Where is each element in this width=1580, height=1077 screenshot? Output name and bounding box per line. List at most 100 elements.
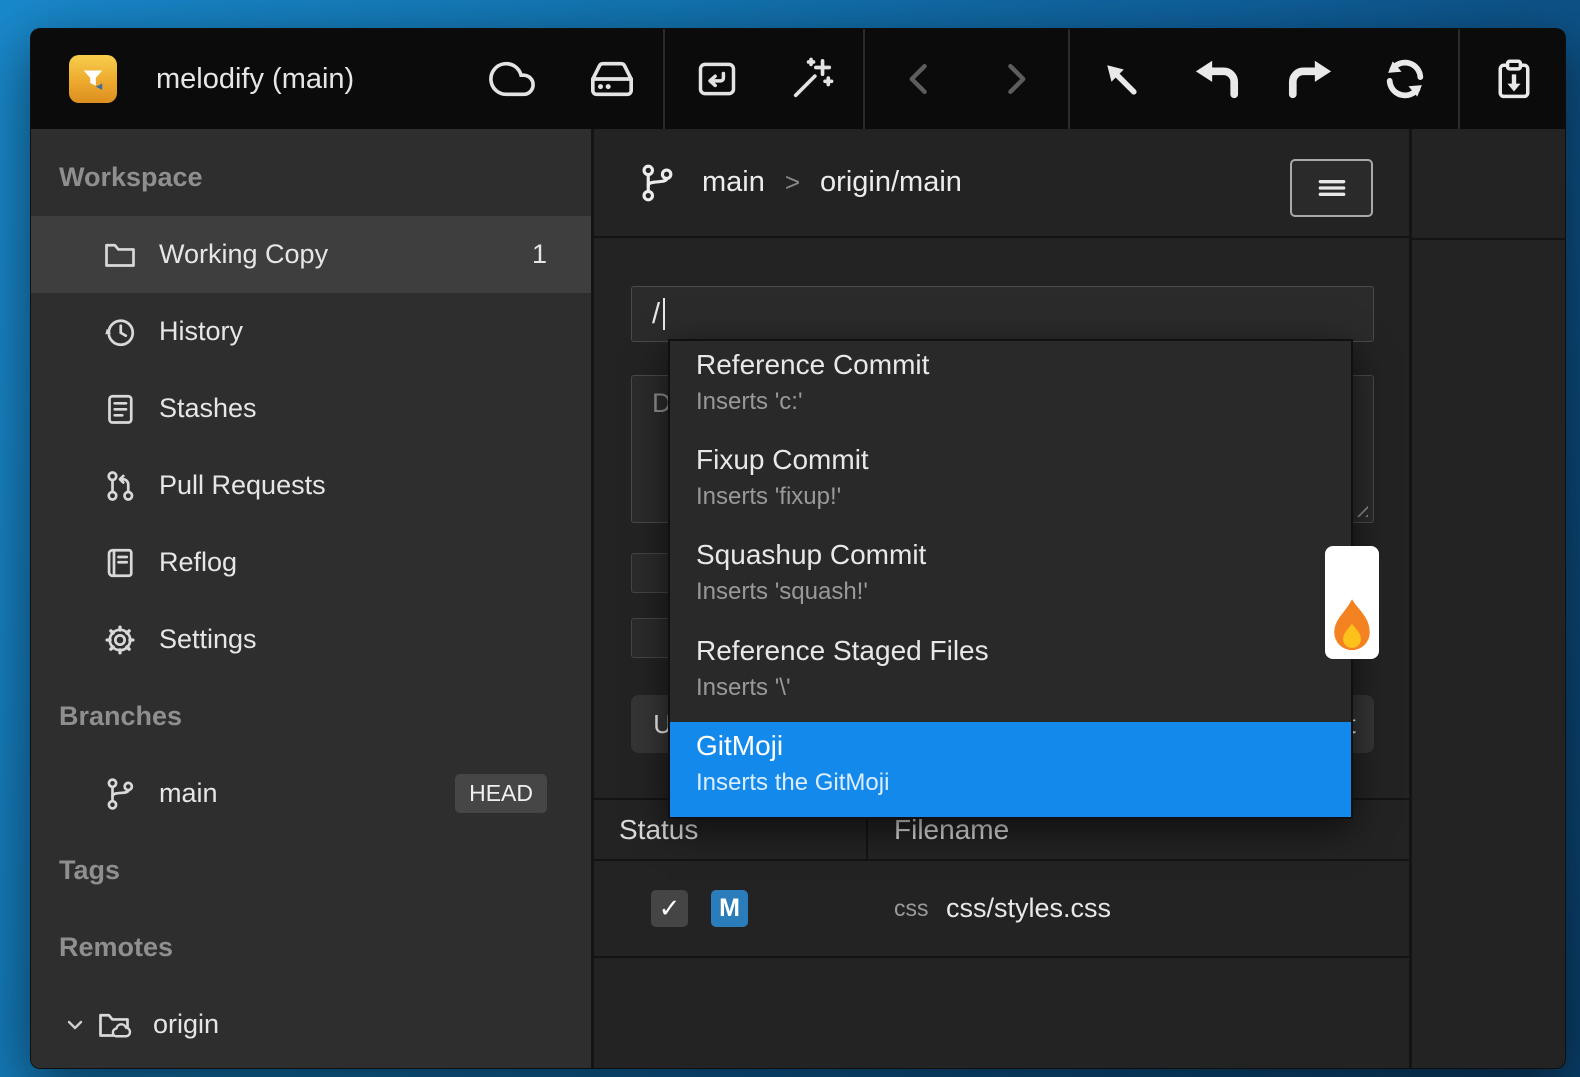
cloud-button[interactable] [484, 51, 540, 107]
autocomplete-item-reference-staged-files[interactable]: Reference Staged Files Inserts '\' [670, 627, 1351, 722]
return-box-icon [695, 57, 739, 101]
pull-request-icon [101, 467, 139, 505]
nav-forward-button[interactable] [987, 51, 1043, 107]
autocomplete-item-title: Reference Commit [696, 349, 1351, 381]
filename-label: css/styles.css [946, 861, 1111, 956]
sidebar-item-stashes[interactable]: Stashes [31, 370, 591, 447]
upstream-branch-label[interactable]: origin/main [820, 166, 962, 199]
autocomplete-item-title: Squashup Commit [696, 539, 1351, 571]
sidebar-item-branch-main[interactable]: main HEAD [31, 755, 591, 832]
gear-icon [101, 621, 139, 659]
sidebar-item-label: History [159, 316, 243, 347]
folder-icon [101, 236, 139, 274]
nav-back-button[interactable] [892, 51, 948, 107]
toolbar-separator [663, 29, 665, 129]
sidebar-item-label: Working Copy [159, 239, 328, 270]
remote-folder-icon [95, 1006, 133, 1044]
autocomplete-item-title: Fixup Commit [696, 444, 1351, 476]
sidebar-item-settings[interactable]: Settings [31, 601, 591, 678]
autocomplete-item-title: GitMoji [696, 730, 1351, 762]
history-clock-icon [101, 313, 139, 351]
app-window: melodify (main) [30, 28, 1566, 1069]
sidebar-item-reflog[interactable]: Reflog [31, 524, 591, 601]
toolbar-separator [1068, 29, 1070, 129]
sidebar-item-label: origin [153, 1009, 219, 1040]
pull-button[interactable] [1188, 51, 1244, 107]
command-palette-button[interactable] [784, 51, 840, 107]
gitmoji-preview-card [1325, 546, 1379, 659]
sidebar-item-label: Stashes [159, 393, 257, 424]
sidebar: Workspace Working Copy 1 History [31, 129, 591, 1068]
app-icon [69, 55, 117, 103]
sidebar-item-working-copy[interactable]: Working Copy 1 [31, 216, 591, 293]
titlebar: melodify (main) [31, 29, 1565, 129]
main-panel: main > origin/main / Description Unstage… [594, 129, 1409, 1068]
head-badge: HEAD [455, 774, 547, 813]
sidebar-header-workspace: Workspace [31, 139, 591, 216]
autocomplete-item-title: Reference Staged Files [696, 635, 1351, 667]
merge-funnel-icon [76, 62, 110, 96]
drive-icon [589, 56, 635, 102]
toolbar-separator [863, 29, 865, 129]
right-panel-divider [1412, 238, 1566, 240]
arrow-up-left-icon [1099, 57, 1143, 101]
stash-button[interactable] [1486, 51, 1542, 107]
autocomplete-item-subtitle: Inserts 'c:' [696, 388, 1351, 416]
commit-summary-input[interactable]: / [631, 286, 1374, 342]
text-caret [663, 298, 665, 330]
autocomplete-item-subtitle: Inserts 'fixup!' [696, 483, 1351, 511]
sidebar-header-tags: Tags [31, 832, 591, 909]
branch-icon [101, 775, 139, 813]
file-row-divider [594, 956, 1409, 958]
autocomplete-item-gitmoji[interactable]: GitMoji Inserts the GitMoji [670, 722, 1351, 817]
reflog-journal-icon [101, 544, 139, 582]
file-type-label: css [894, 861, 929, 956]
sidebar-item-pull-requests[interactable]: Pull Requests [31, 447, 591, 524]
drive-button[interactable] [584, 51, 640, 107]
window-title: melodify (main) [156, 29, 354, 129]
chevron-down-icon[interactable] [63, 1013, 87, 1037]
open-repo-button[interactable] [689, 51, 745, 107]
autocomplete-item-subtitle: Inserts 'squash!' [696, 578, 1351, 606]
magic-wand-icon [789, 56, 835, 102]
sidebar-item-label: main [159, 778, 218, 809]
sidebar-item-history[interactable]: History [31, 293, 591, 370]
chevron-left-icon [898, 57, 942, 101]
file-checkbox[interactable]: ✓ [651, 890, 688, 927]
sidebar-item-label: Pull Requests [159, 470, 326, 501]
check-icon: ✓ [659, 893, 681, 924]
redo-arrow-icon [1288, 56, 1334, 102]
sync-arrows-icon [1382, 56, 1428, 102]
hamburger-icon [1312, 168, 1352, 208]
sync-button[interactable] [1377, 51, 1433, 107]
push-button[interactable] [1283, 51, 1339, 107]
clipboard-down-icon [1492, 57, 1536, 101]
toolbar-separator [1458, 29, 1460, 129]
sidebar-header-branches: Branches [31, 678, 591, 755]
autocomplete-item-subtitle: Inserts the GitMoji [696, 769, 1351, 797]
branch-icon [636, 162, 678, 204]
autocomplete-item-reference-commit[interactable]: Reference Commit Inserts 'c:' [670, 341, 1351, 436]
undo-arrow-icon [1193, 56, 1239, 102]
autocomplete-item-squashup-commit[interactable]: Squashup Commit Inserts 'squash!' [670, 531, 1351, 626]
flame-emoji-icon [1325, 597, 1379, 659]
file-row[interactable]: ✓ M css css/styles.css [594, 861, 1409, 956]
sidebar-item-remote-origin[interactable]: origin [31, 986, 591, 1063]
chevron-right-icon [993, 57, 1037, 101]
commit-menu-button[interactable] [1290, 159, 1373, 217]
autocomplete-popup: Reference Commit Inserts 'c:' Fixup Comm… [668, 339, 1353, 819]
modified-status-badge: M [711, 890, 748, 927]
working-copy-count-badge: 1 [532, 239, 547, 270]
sidebar-header-remotes: Remotes [31, 909, 591, 986]
sidebar-item-label: Settings [159, 624, 257, 655]
autocomplete-item-fixup-commit[interactable]: Fixup Commit Inserts 'fixup!' [670, 436, 1351, 531]
summary-text: / [652, 298, 660, 331]
sidebar-item-label: Reflog [159, 547, 237, 578]
current-branch-label[interactable]: main [702, 166, 765, 199]
autocomplete-item-subtitle: Inserts '\' [696, 674, 1351, 702]
branch-breadcrumb-bar: main > origin/main [594, 129, 1409, 238]
breadcrumb-separator: > [785, 167, 800, 198]
cloud-icon [489, 56, 535, 102]
checkout-button[interactable] [1093, 51, 1149, 107]
stash-list-icon [101, 390, 139, 428]
